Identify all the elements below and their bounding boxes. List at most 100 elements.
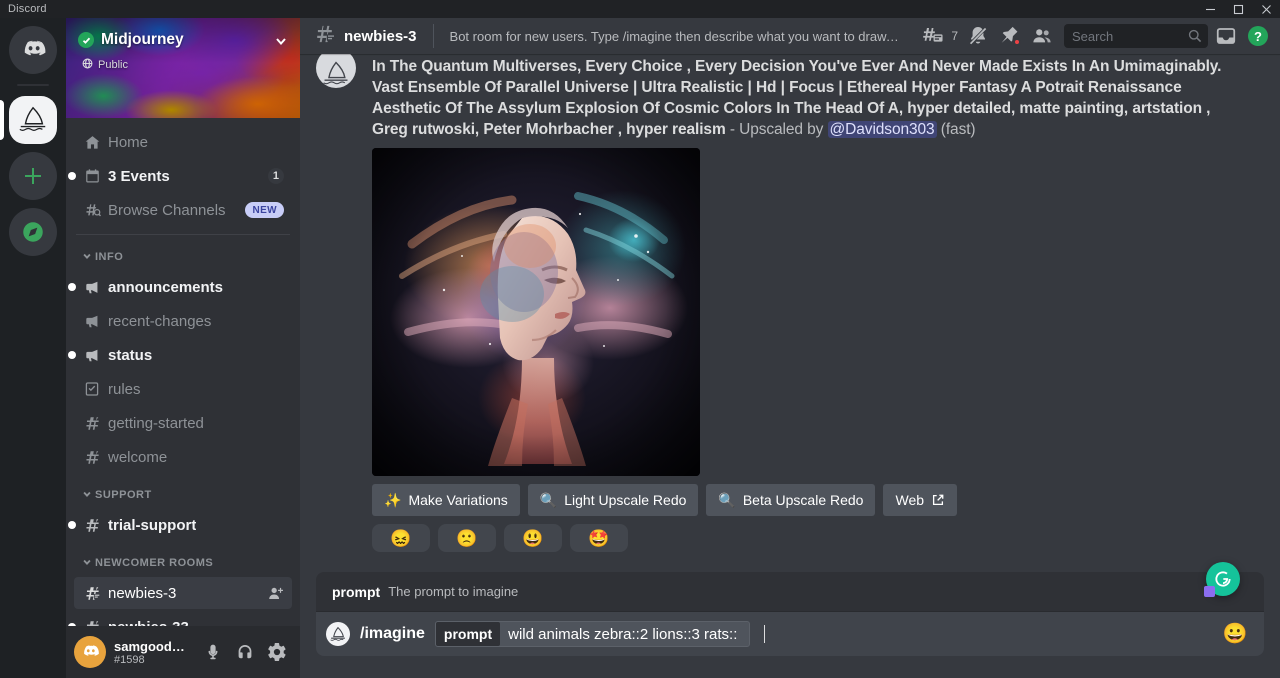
search-icon [1188,29,1202,43]
guild-dropdown-button[interactable] [274,34,288,53]
sidebar-item-announcements[interactable]: announcements [74,271,292,303]
verified-badge-icon [78,32,94,48]
user-settings-button[interactable] [262,637,292,667]
autocomplete-option-description: The prompt to imagine [388,584,518,599]
headphones-icon [236,643,254,661]
server-rail [0,18,66,678]
pin-notification-dot [1013,38,1021,46]
plus-icon [23,166,43,186]
close-button[interactable] [1252,0,1280,18]
sidebar-item-events[interactable]: 3 Events 1 [74,160,292,192]
reaction-frowning[interactable]: 🙁 [438,524,496,552]
discord-logo-icon [80,642,100,662]
server-discord-home[interactable] [9,26,57,74]
reaction-smile[interactable]: 😃 [504,524,562,552]
user-panel-buttons [198,637,292,667]
sparkles-icon: ✨ [384,493,401,507]
compass-icon [20,219,46,245]
search-input[interactable]: Search [1064,24,1208,48]
channel-topic[interactable]: Bot room for new users. Type /imagine th… [450,29,902,44]
button-label: Light Upscale Redo [564,492,686,508]
command-option-key: prompt [436,622,500,646]
gear-icon [268,643,286,661]
threads-button[interactable] [920,22,946,50]
slash-command-name: /imagine [360,625,425,643]
category-info[interactable]: INFO [74,245,292,269]
minimize-button[interactable] [1196,0,1224,18]
sidebar-item-label: announcements [108,279,223,296]
sidebar-item-rules[interactable]: rules [74,373,292,405]
channel-list: Home 3 Events 1 Browse Channels [66,118,300,626]
avatar[interactable] [316,54,356,88]
rail-divider [17,84,49,86]
add-server-button[interactable] [9,152,57,200]
midjourney-bot-avatar [321,60,351,88]
deafen-button[interactable] [230,637,260,667]
help-icon: ? [1248,26,1268,46]
globe-icon [82,56,93,74]
category-label: NEWCOMER ROOMS [95,557,213,569]
events-badge: 1 [268,168,284,184]
sidebar-item-recent-changes[interactable]: recent-changes [74,305,292,337]
sidebar-item-status[interactable]: status [74,339,292,371]
category-newcomer-rooms[interactable]: NEWCOMER ROOMS [74,551,292,575]
emoji: 😖 [390,530,411,547]
command-bot-avatar [326,622,350,646]
help-glyph: ? [1254,30,1262,43]
sidebar-item-label: 3 Events [108,168,170,185]
beta-upscale-redo-button[interactable]: 🔍 Beta Upscale Redo [706,484,875,516]
search-placeholder: Search [1072,29,1188,44]
unread-indicator [68,172,76,180]
server-midjourney[interactable] [9,96,57,144]
member-list-button[interactable] [1028,22,1056,50]
explore-servers-button[interactable] [9,208,57,256]
web-button[interactable]: Web [883,484,957,516]
sidebar-item-getting-started[interactable]: getting-started [74,407,292,439]
help-button[interactable]: ? [1244,22,1272,50]
sidebar-item-label: Home [108,134,148,151]
sidebar-item-home[interactable]: Home [74,126,292,158]
maximize-button[interactable] [1224,0,1252,18]
emoji-picker-button[interactable]: 😀 [1222,621,1248,647]
user-info[interactable]: samgoodw... #1598 [114,639,190,666]
sidebar-item-welcome[interactable]: welcome [74,441,292,473]
artwork [372,148,700,476]
command-option-chip[interactable]: prompt wild animals zebra::2 lions::3 ra… [435,621,750,647]
light-upscale-redo-button[interactable]: 🔍 Light Upscale Redo [528,484,699,516]
bell-muted-icon [967,25,989,47]
sidebar-item-browse-channels[interactable]: Browse Channels NEW [74,194,292,226]
pinned-messages-button[interactable] [996,22,1024,50]
avatar[interactable] [74,636,106,668]
chevron-down-icon [82,486,92,504]
message-reactions: 😖 🙁 😃 🤩 [372,524,1232,552]
sidebar-item-newbies-3[interactable]: newbies-3 [74,577,292,609]
main-content: newbies-3 Bot room for new users. Type /… [300,18,1280,678]
sidebar-item-trial-support[interactable]: trial-support [74,509,292,541]
sidebar-item-label: recent-changes [108,313,211,330]
channel-name: newbies-3 [344,28,417,45]
user-panel: samgoodw... #1598 [66,626,300,678]
unread-indicator [68,283,76,291]
guild-header[interactable]: Midjourney Public [66,18,300,118]
notification-settings-button[interactable] [964,22,992,50]
hash-thread-icon [314,23,336,50]
channel-sidebar: Midjourney Public Ho [66,18,300,678]
inbox-button[interactable] [1212,22,1240,50]
header-divider [433,24,434,48]
sidebar-item-newbies-33[interactable]: newbies-33 [74,611,292,626]
message-input[interactable]: /imagine prompt wild animals zebra::2 li… [316,612,1264,656]
sidebar-item-label: rules [108,381,141,398]
reaction-confounded[interactable]: 😖 [372,524,430,552]
grammarly-button[interactable] [1206,562,1240,596]
mute-button[interactable] [198,637,228,667]
sidebar-item-label: welcome [108,449,167,466]
emoji: 🤩 [588,530,609,547]
reaction-star-struck[interactable]: 🤩 [570,524,628,552]
category-support[interactable]: SUPPORT [74,483,292,507]
user-mention[interactable]: @Davidson303 [828,121,937,138]
add-member-icon[interactable] [267,585,284,602]
make-variations-button[interactable]: ✨ Make Variations [372,484,520,516]
hash-thread-icon [82,617,102,626]
generated-image[interactable] [372,148,700,476]
active-server-indicator [0,100,4,140]
